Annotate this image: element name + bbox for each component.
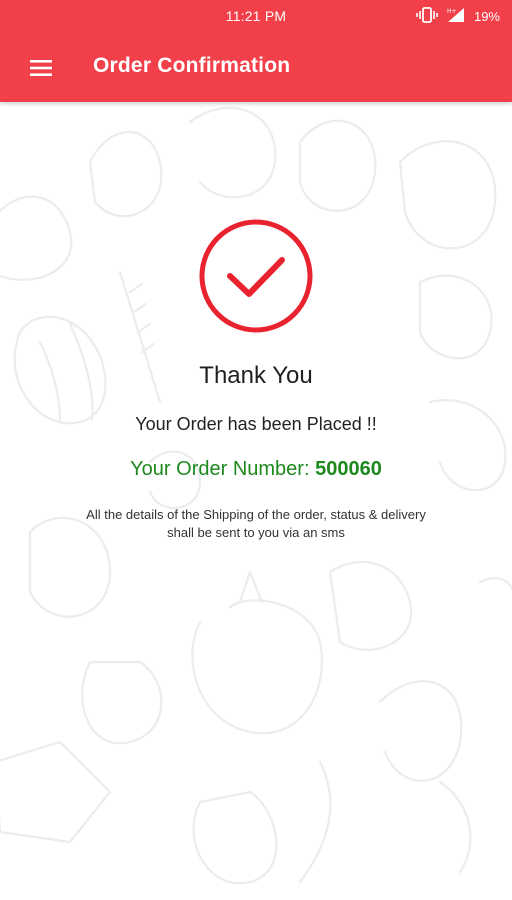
order-number-label: Your Order Number: xyxy=(130,458,316,480)
hamburger-menu-icon[interactable] xyxy=(26,56,56,80)
shipping-details-text: All the details of the Shipping of the o… xyxy=(86,507,426,540)
status-bar: 11:21 PM H+ 19% xyxy=(0,0,512,34)
signal-icon: H+ xyxy=(446,6,466,27)
check-circle-icon xyxy=(198,218,314,334)
order-number-line: Your Order Number: 500060 xyxy=(0,458,512,481)
svg-text:H+: H+ xyxy=(447,8,457,15)
order-number-value: 500060 xyxy=(315,458,382,480)
status-icons: H+ 19% xyxy=(416,6,500,27)
battery-label: 19% xyxy=(473,9,500,24)
thank-you-heading: Thank You xyxy=(199,362,313,389)
vibrate-icon xyxy=(416,6,438,27)
order-placed-message: Your Order has been Placed !! xyxy=(135,414,377,434)
page-title: Order Confirmation xyxy=(93,54,291,77)
app-bar: Order Confirmation xyxy=(0,34,512,102)
